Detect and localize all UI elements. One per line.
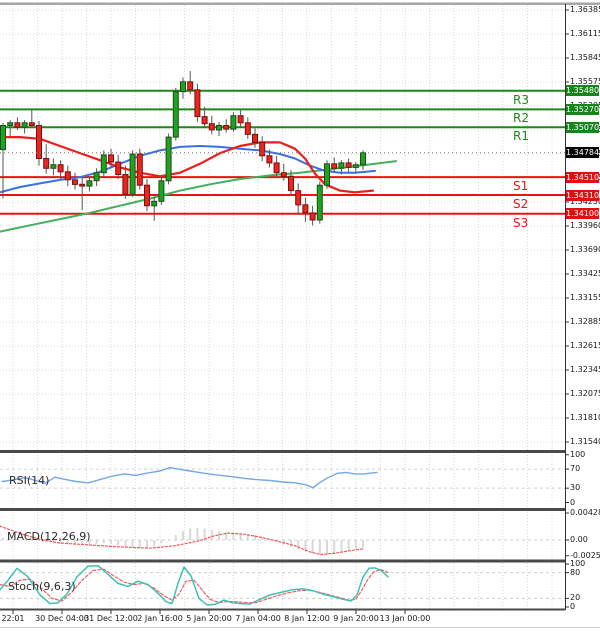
rsi-axis-label: 70 [570, 464, 580, 473]
time-axis-label: 8 Jan 12:00 [284, 614, 330, 623]
support-label-s2: S2 [513, 197, 528, 211]
rsi-axis-label: 30 [570, 483, 580, 492]
time-axis-label: 31 Dec 12:00 [84, 614, 138, 623]
stoch-indicator-title: Stoch(9,6,3) [8, 580, 76, 593]
current-price-badge: 1.34784 [566, 147, 599, 158]
time-axis-label: 22:01 [1, 614, 24, 623]
time-axis-label: 30 Dec 04:00 [35, 614, 89, 623]
support-label-s3: S3 [513, 216, 528, 230]
time-axis-label: 9 Jan 20:00 [333, 614, 379, 623]
rsi-axis-label: 100 [570, 450, 585, 459]
support-price-badge-s2: 1.34310 [566, 190, 599, 201]
stoch-axis-label: 100 [570, 559, 585, 568]
macd-axis-label: 0.004288 [570, 508, 600, 517]
price-axis-label: 1.33155 [570, 293, 600, 302]
resistance-price-badge-r1: 1.35070 [566, 122, 599, 133]
time-axis-label: 7 Jan 04:00 [235, 614, 281, 623]
price-axis-label: 1.32075 [570, 389, 600, 398]
rsi-indicator-title: RSI(14) [9, 474, 49, 487]
stoch-axis-label: 20 [570, 593, 580, 602]
price-axis-label: 1.32615 [570, 341, 600, 350]
price-axis-label: 1.33960 [570, 221, 600, 230]
price-axis-label: 1.32885 [570, 317, 600, 326]
resistance-price-badge-r2: 1.35270 [566, 104, 599, 115]
resistance-price-badge-r3: 1.35480 [566, 85, 599, 96]
price-axis-label: 1.33690 [570, 245, 600, 254]
rsi-axis-label: 0 [570, 498, 575, 507]
time-axis-label: 2 Jan 16:00 [137, 614, 183, 623]
resistance-label-r1: R1 [513, 129, 529, 143]
price-axis-label: 1.32345 [570, 365, 600, 374]
time-axis-label: 13 Jan 00:00 [380, 614, 431, 623]
resistance-label-r3: R3 [513, 93, 529, 107]
macd-indicator-title: MACD(12,26,9) [7, 530, 91, 543]
price-axis-label: 1.31810 [570, 413, 600, 422]
support-price-badge-s1: 1.34510 [566, 172, 599, 183]
stoch-axis-label: 80 [570, 568, 580, 577]
price-axis-label: 1.36385 [570, 5, 600, 14]
support-price-badge-s3: 1.34100 [566, 208, 599, 219]
time-axis-label: 5 Jan 20:00 [186, 614, 232, 623]
price-axis-label: 1.36115 [570, 29, 600, 38]
macd-axis-label: 0.00 [570, 535, 588, 544]
support-label-s1: S1 [513, 179, 528, 193]
forex-chart-window: R3 R2 R1 S1 S2 S3 1.36385 1.36115 1.35845 1… [0, 0, 600, 631]
resistance-label-r2: R2 [513, 111, 529, 125]
price-axis-label: 1.33425 [570, 269, 600, 278]
price-axis-label: 1.35845 [570, 53, 600, 62]
stoch-axis-label: 0 [570, 602, 575, 611]
price-axis-label: 1.31540 [570, 437, 600, 446]
